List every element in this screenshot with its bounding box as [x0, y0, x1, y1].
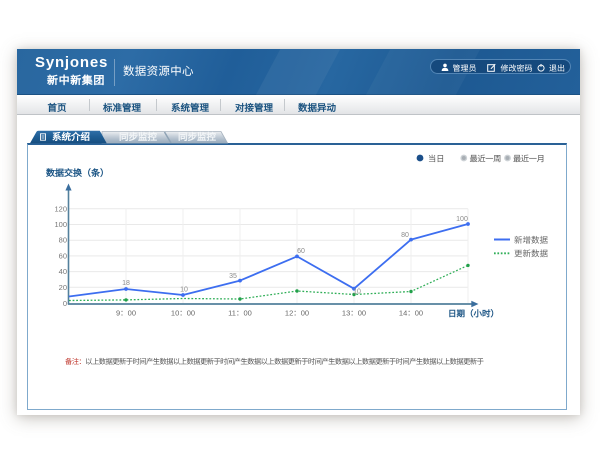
- svg-text:同步监控: 同步监控: [119, 131, 158, 143]
- svg-text:同步监控: 同步监控: [178, 131, 217, 143]
- svg-text:系统介绍: 系统介绍: [52, 131, 90, 143]
